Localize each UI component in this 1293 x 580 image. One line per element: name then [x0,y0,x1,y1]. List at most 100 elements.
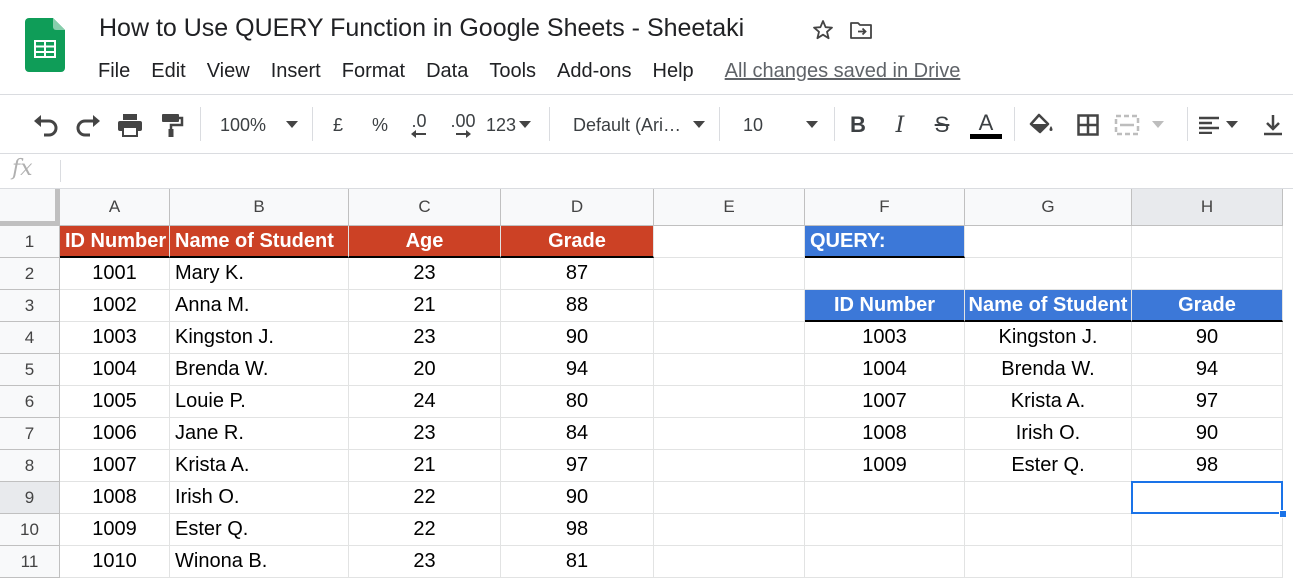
strikethrough-button[interactable]: S [926,109,958,141]
menu-view[interactable]: View [207,60,250,83]
result-table-cell[interactable]: 90 [1132,322,1283,354]
source-table-cell[interactable]: 1006 [60,418,170,450]
source-table-cell[interactable]: Brenda W. [170,354,349,386]
grid-cell[interactable] [1132,482,1283,514]
column-header-b[interactable]: B [170,189,349,226]
row-header-4[interactable]: 4 [0,322,60,354]
result-table-cell[interactable]: Brenda W. [965,354,1132,386]
source-header-cell[interactable]: Grade [501,226,654,258]
query-label-cell[interactable]: QUERY: [805,226,965,258]
font-size-select[interactable]: 10 [730,109,825,141]
source-table-cell[interactable]: Krista A. [170,450,349,482]
source-header-cell[interactable]: Age [349,226,501,258]
menu-format[interactable]: Format [342,60,405,83]
font-family-select[interactable]: Default (Ari… [560,109,710,141]
borders-button[interactable] [1072,109,1104,141]
horizontal-align-button[interactable] [1198,109,1250,141]
grid-cell[interactable] [654,322,805,354]
source-table-cell[interactable]: 23 [349,258,501,290]
save-status-link[interactable]: All changes saved in Drive [725,60,961,83]
grid-cell[interactable] [1132,546,1283,578]
menu-help[interactable]: Help [653,60,694,83]
result-header-cell[interactable]: Name of Student [965,290,1132,322]
source-table-cell[interactable]: 1009 [60,514,170,546]
row-header-7[interactable]: 7 [0,418,60,450]
source-table-cell[interactable]: Anna M. [170,290,349,322]
source-table-cell[interactable]: Ester Q. [170,514,349,546]
paint-format-button[interactable] [156,109,188,141]
source-table-cell[interactable]: Louie P. [170,386,349,418]
grid-cell[interactable] [654,482,805,514]
grid-cell[interactable] [654,354,805,386]
vertical-align-button[interactable] [1258,109,1288,141]
grid-cell[interactable] [805,546,965,578]
menu-file[interactable]: File [98,60,130,83]
result-table-cell[interactable]: 1008 [805,418,965,450]
source-table-cell[interactable]: Winona B. [170,546,349,578]
merge-cells-button[interactable] [1114,109,1176,141]
result-table-cell[interactable]: Krista A. [965,386,1132,418]
undo-button[interactable] [30,109,62,141]
grid-cell[interactable] [654,386,805,418]
source-table-cell[interactable]: 1003 [60,322,170,354]
text-color-button[interactable]: A [968,109,1004,141]
grid-cell[interactable] [965,226,1132,258]
select-all-corner[interactable] [0,189,60,226]
increase-decimal-button[interactable]: .00 [444,109,482,141]
redo-button[interactable] [72,109,104,141]
row-header-5[interactable]: 5 [0,354,60,386]
decrease-decimal-button[interactable]: .0 [402,109,436,141]
menu-tools[interactable]: Tools [489,60,536,83]
column-header-a[interactable]: A [60,189,170,226]
source-table-cell[interactable]: 23 [349,322,501,354]
result-table-cell[interactable]: 1007 [805,386,965,418]
menu-edit[interactable]: Edit [151,60,185,83]
currency-button[interactable]: £ [322,109,354,141]
result-header-cell[interactable]: ID Number [805,290,965,322]
source-table-cell[interactable]: 23 [349,418,501,450]
result-table-cell[interactable]: 1009 [805,450,965,482]
source-table-cell[interactable]: 1007 [60,450,170,482]
result-table-cell[interactable]: Kingston J. [965,322,1132,354]
source-table-cell[interactable]: 21 [349,450,501,482]
grid-cell[interactable] [654,450,805,482]
source-table-cell[interactable]: 1010 [60,546,170,578]
grid-cell[interactable] [654,290,805,322]
column-header-h[interactable]: H [1132,189,1283,226]
result-table-cell[interactable]: 94 [1132,354,1283,386]
source-table-cell[interactable]: Mary K. [170,258,349,290]
result-table-cell[interactable]: Ester Q. [965,450,1132,482]
menu-insert[interactable]: Insert [271,60,321,83]
row-header-10[interactable]: 10 [0,514,60,546]
zoom-select[interactable]: 100% [210,109,305,141]
grid-cell[interactable] [654,514,805,546]
fill-handle[interactable] [1279,510,1287,518]
source-table-cell[interactable]: 94 [501,354,654,386]
grid-cell[interactable] [654,546,805,578]
result-table-cell[interactable]: 90 [1132,418,1283,450]
percent-button[interactable]: % [364,109,396,141]
menu-data[interactable]: Data [426,60,468,83]
bold-button[interactable]: B [842,109,874,141]
source-header-cell[interactable]: ID Number [60,226,170,258]
column-header-e[interactable]: E [654,189,805,226]
row-header-2[interactable]: 2 [0,258,60,290]
source-table-cell[interactable]: 98 [501,514,654,546]
print-button[interactable] [114,109,146,141]
grid-cell[interactable] [965,258,1132,290]
result-table-cell[interactable]: Irish O. [965,418,1132,450]
source-table-cell[interactable]: 1005 [60,386,170,418]
italic-button[interactable]: I [884,109,916,141]
column-header-g[interactable]: G [965,189,1132,226]
number-format-select[interactable]: 123 [486,109,540,141]
result-table-cell[interactable]: 97 [1132,386,1283,418]
source-table-cell[interactable]: 22 [349,482,501,514]
grid-cell[interactable] [805,482,965,514]
source-table-cell[interactable]: 90 [501,322,654,354]
result-table-cell[interactable]: 1004 [805,354,965,386]
row-header-9[interactable]: 9 [0,482,60,514]
grid-cell[interactable] [1132,226,1283,258]
grid-cell[interactable] [654,226,805,258]
source-table-cell[interactable]: 81 [501,546,654,578]
source-table-cell[interactable]: 1001 [60,258,170,290]
